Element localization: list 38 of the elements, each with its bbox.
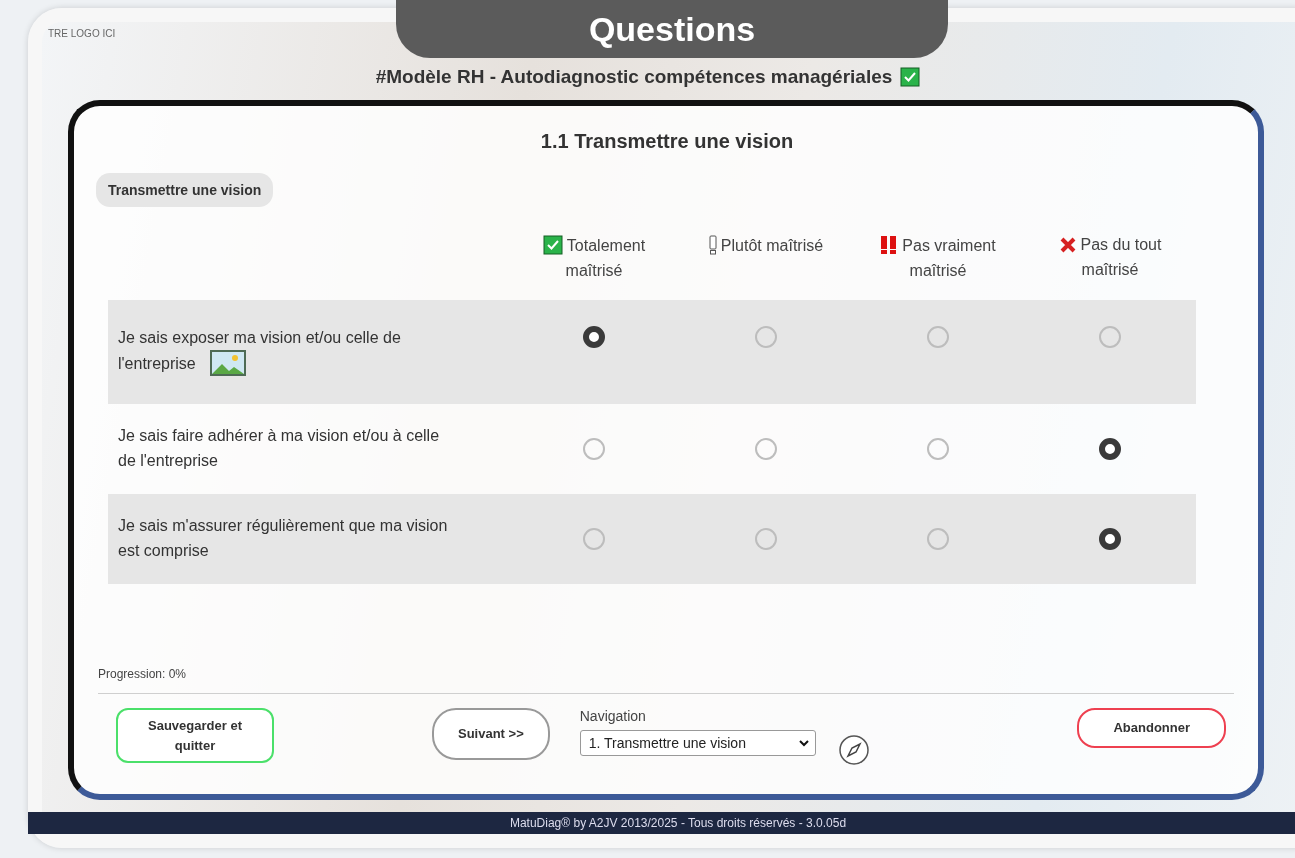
logo-text: TRE LOGO ICI (47, 27, 116, 41)
questions-banner: Questions (396, 0, 948, 58)
abandon-button[interactable]: Abandonner (1077, 708, 1226, 748)
question-text: Je sais exposer ma vision et/ou celle de l'entreprise (118, 325, 458, 378)
radio-button[interactable] (583, 437, 605, 460)
section-title: 1.1 Transmettre une vision (539, 130, 795, 153)
chevron-icon (798, 739, 809, 747)
exclamation-icon (708, 235, 717, 255)
radio-button[interactable] (1099, 325, 1121, 348)
radio-button[interactable] (927, 437, 949, 460)
progress-text: Progression: 0% (98, 667, 188, 683)
checkmark-icon (542, 235, 563, 255)
column-header: Pas vraiment maîtrisé (874, 235, 1002, 282)
radio-button[interactable] (583, 325, 605, 348)
compass-icon[interactable] (837, 734, 870, 766)
radio-button[interactable] (927, 325, 949, 348)
double-exclamation-icon (880, 235, 899, 255)
section-chip: Transmettre une vision (96, 173, 274, 207)
radio-button[interactable] (583, 527, 605, 550)
page-title: #Modèle RH - Autodiagnostic compétences managériales (375, 66, 893, 88)
radio-button[interactable] (755, 527, 777, 550)
navigation-label: Navigation (579, 708, 647, 724)
radio-button[interactable] (755, 437, 777, 460)
copyright-text: MatuDiag® by A2JV 2013/2025 - Tous droits réservés - 3.0.05d (509, 816, 847, 830)
navigation-select[interactable]: 1. Transmettre une vision (579, 730, 816, 756)
question-text: Je sais m'assurer régulièrement que ma vision est comprise (118, 515, 449, 561)
column-header: Totalement maîtrisé (530, 235, 658, 282)
question-text: Je sais faire adhérer à ma vision et/ou à celle de l'entreprise (118, 425, 441, 471)
column-header: Plutôt maîtrisé (708, 235, 824, 282)
next-button[interactable]: Suivant >> (432, 708, 550, 760)
image-icon[interactable] (209, 350, 246, 377)
radio-button[interactable] (1099, 437, 1121, 460)
cross-icon (1058, 236, 1077, 254)
radio-button[interactable] (1099, 527, 1121, 550)
column-header: Pas du tout maîtrisé (1046, 235, 1174, 282)
save-button[interactable]: Sauvegarder et quitter (116, 708, 274, 763)
radio-button[interactable] (755, 325, 777, 348)
radio-button[interactable] (927, 527, 949, 550)
